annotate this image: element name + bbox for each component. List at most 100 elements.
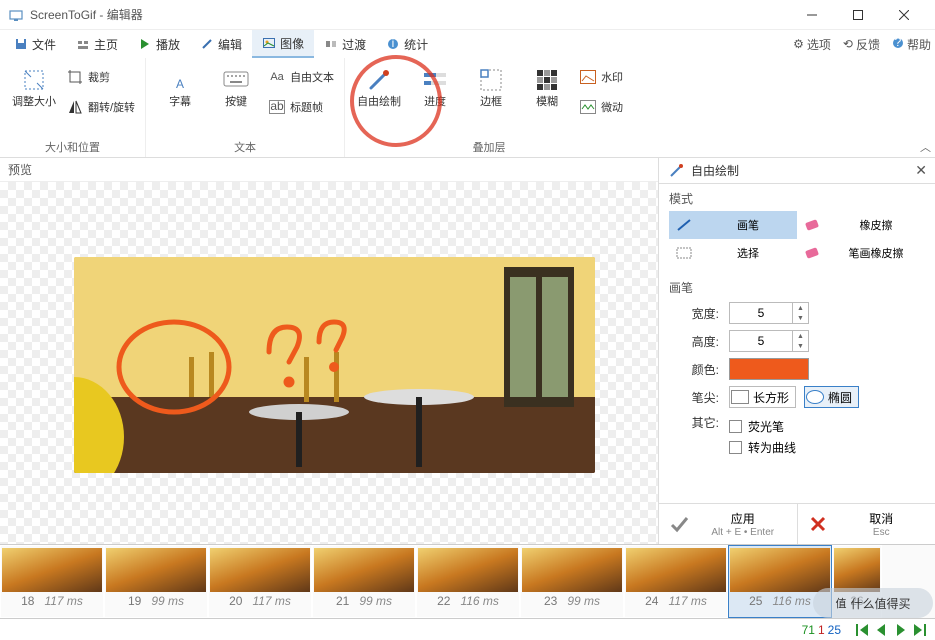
preview-pane: 预览 <box>0 158 659 544</box>
down-arrow-icon[interactable]: ▼ <box>793 341 808 351</box>
menu-file[interactable]: 文件 <box>4 30 66 58</box>
border-button[interactable]: 边框 <box>463 62 519 137</box>
menu-play[interactable]: 播放 <box>128 30 190 58</box>
frame-20[interactable]: 20117 ms <box>208 545 312 618</box>
menu-help[interactable]: ?帮助 <box>892 36 931 53</box>
svg-text:?: ? <box>895 37 902 49</box>
side-panel: 自由绘制 ✕ 模式 画笔 橡皮擦 选择 笔画橡皮擦 画笔 宽度: 5▲▼ 高度:… <box>659 158 935 544</box>
color-picker[interactable] <box>729 358 809 380</box>
progress-icon <box>421 66 449 94</box>
subtitle-button[interactable]: A字幕 <box>152 62 208 137</box>
mode-select[interactable]: 选择 <box>669 239 797 267</box>
frame-19[interactable]: 1999 ms <box>104 545 208 618</box>
nav-first-button[interactable] <box>851 621 871 639</box>
progress-button[interactable]: 进度 <box>407 62 463 137</box>
resize-icon <box>20 66 48 94</box>
menu-feedback[interactable]: ⟲反馈 <box>843 36 880 53</box>
watermark-icon <box>579 68 597 86</box>
main-area: 预览 <box>0 158 935 544</box>
curve-checkbox[interactable]: 转为曲线 <box>729 439 796 456</box>
play-icon <box>138 37 152 51</box>
window-title: ScreenToGif - 编辑器 <box>30 6 143 23</box>
cinemagraph-icon <box>579 98 597 116</box>
mode-stroke-eraser[interactable]: 笔画橡皮擦 <box>797 239 925 267</box>
timeline[interactable]: 18117 ms 1999 ms 20117 ms 2199 ms 22116 … <box>0 544 935 618</box>
preview-frame-image <box>74 257 595 473</box>
maximize-button[interactable] <box>835 0 881 30</box>
watermark-button[interactable]: 水印 <box>575 62 627 92</box>
feedback-icon: ⟲ <box>843 37 853 51</box>
titleframe-button[interactable]: ab标题帧 <box>264 92 338 122</box>
eraser-icon <box>801 217 823 233</box>
crop-icon <box>66 68 84 86</box>
svg-text:ab: ab <box>270 100 284 113</box>
tip-ellipse-radio[interactable]: 椭圆 <box>804 386 859 408</box>
help-icon: ? <box>892 37 904 52</box>
border-icon <box>477 66 505 94</box>
up-arrow-icon[interactable]: ▲ <box>793 331 808 341</box>
width-spinner[interactable]: 5▲▼ <box>729 302 809 324</box>
menu-home[interactable]: 主页 <box>66 30 128 58</box>
nav-next-button[interactable] <box>891 621 911 639</box>
svg-text:A: A <box>176 77 184 91</box>
frame-26[interactable]: 26 <box>832 545 882 618</box>
ribbon-group-overlay: 自由绘制 进度 边框 模糊 水印 微动 叠加层 <box>345 58 633 157</box>
image-icon <box>262 36 276 50</box>
keyboard-icon <box>222 66 250 94</box>
brush-icon <box>667 162 685 180</box>
blur-button[interactable]: 模糊 <box>519 62 575 137</box>
preview-canvas[interactable] <box>0 182 658 544</box>
menu-options[interactable]: ⚙选项 <box>793 36 831 53</box>
status-bar: 71125 <box>0 618 935 640</box>
freedraw-button[interactable]: 自由绘制 <box>351 62 407 137</box>
highlighter-checkbox[interactable]: 荧光笔 <box>729 418 796 435</box>
menu-transition[interactable]: 过渡 <box>314 30 376 58</box>
crop-button[interactable]: 裁剪 <box>62 62 139 92</box>
panel-close-button[interactable]: ✕ <box>915 162 927 179</box>
flip-icon <box>66 98 84 116</box>
titleframe-icon: ab <box>268 98 286 116</box>
micro-button[interactable]: 微动 <box>575 92 627 122</box>
cancel-button[interactable]: 取消Esc <box>797 504 935 544</box>
pen-icon <box>673 217 695 233</box>
menu-bar: 文件 主页 播放 编辑 图像 过渡 i统计 ⚙选项 ⟲反馈 ?帮助 <box>0 30 935 58</box>
frame-counts: 71125 <box>802 623 841 637</box>
apply-button[interactable]: 应用Alt + E • Enter <box>659 504 797 544</box>
menu-image[interactable]: 图像 <box>252 30 314 58</box>
close-button[interactable] <box>881 0 927 30</box>
mode-brush[interactable]: 画笔 <box>669 211 797 239</box>
resize-button[interactable]: 调整大小 <box>6 62 62 137</box>
height-spinner[interactable]: 5▲▼ <box>729 330 809 352</box>
flip-rotate-button[interactable]: 翻转/旋转 <box>62 92 139 122</box>
gear-icon: ⚙ <box>793 37 804 51</box>
transition-icon <box>324 37 338 51</box>
frame-21[interactable]: 2199 ms <box>312 545 416 618</box>
down-arrow-icon[interactable]: ▼ <box>793 313 808 323</box>
frame-25[interactable]: 25116 ms <box>728 545 832 618</box>
nav-prev-button[interactable] <box>871 621 891 639</box>
menu-edit[interactable]: 编辑 <box>190 30 252 58</box>
save-icon <box>14 37 28 51</box>
up-arrow-icon[interactable]: ▲ <box>793 303 808 313</box>
tip-rect-radio[interactable]: 长方形 <box>729 386 796 408</box>
pencil-icon <box>200 37 214 51</box>
blur-icon <box>533 66 561 94</box>
frame-23[interactable]: 2399 ms <box>520 545 624 618</box>
freetext-button[interactable]: Aa自由文本 <box>264 62 338 92</box>
menu-stats[interactable]: i统计 <box>376 30 438 58</box>
ribbon-collapse-button[interactable]: ︿ <box>920 139 931 155</box>
frame-24[interactable]: 24117 ms <box>624 545 728 618</box>
keystroke-button[interactable]: 按键 <box>208 62 264 137</box>
app-icon <box>8 7 24 23</box>
select-icon <box>673 245 695 261</box>
title-bar: ScreenToGif - 编辑器 <box>0 0 935 30</box>
check-icon <box>667 512 691 536</box>
mode-eraser[interactable]: 橡皮擦 <box>797 211 925 239</box>
panel-actions: 应用Alt + E • Enter 取消Esc <box>659 503 935 544</box>
minimize-button[interactable] <box>789 0 835 30</box>
svg-text:i: i <box>392 38 395 50</box>
nav-last-button[interactable] <box>911 621 931 639</box>
frame-22[interactable]: 22116 ms <box>416 545 520 618</box>
text-a-icon: A <box>166 66 194 94</box>
frame-18[interactable]: 18117 ms <box>0 545 104 618</box>
